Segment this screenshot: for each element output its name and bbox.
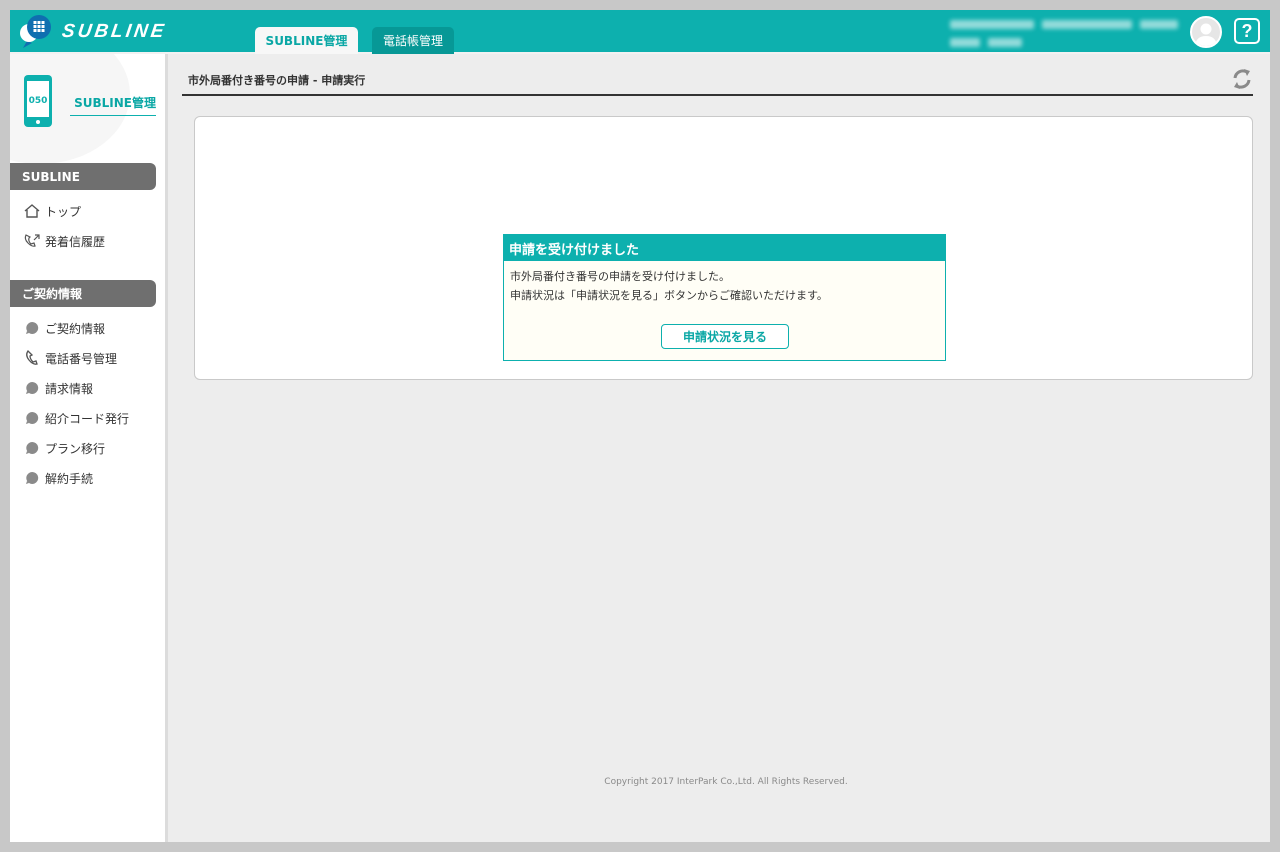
app-window: SUBLINE SUBLINE管理 電話帳管理 ? 050 SUBLINE管理 …	[10, 10, 1270, 842]
home-icon	[22, 202, 42, 220]
sidebar-item-phone-number-management[interactable]: 電話番号管理	[22, 347, 117, 369]
sidebar-item-label: ご契約情報	[45, 321, 106, 336]
call-history-icon	[22, 232, 42, 250]
sidebar-item-call-history[interactable]: 発着信履歴	[22, 230, 105, 252]
sidebar-item-label: 解約手続	[45, 471, 94, 486]
sidebar-item-plan-migration[interactable]: プラン移行	[22, 437, 105, 459]
bullet-icon	[22, 319, 42, 337]
top-header: SUBLINE SUBLINE管理 電話帳管理 ?	[10, 10, 1270, 54]
tab-subline-management[interactable]: SUBLINE管理	[255, 27, 358, 54]
section-heading-subline: SUBLINE	[10, 163, 156, 190]
subline-logo[interactable]: SUBLINE	[18, 14, 218, 50]
sidebar-item-referral-code[interactable]: 紹介コード発行	[22, 407, 129, 429]
speech-bubble-icon	[18, 14, 54, 50]
sidebar-item-label: 請求情報	[45, 381, 94, 396]
logo-text: SUBLINE	[60, 21, 168, 42]
user-info-blurred	[950, 18, 1180, 52]
sidebar-item-contract-info[interactable]: ご契約情報	[22, 317, 105, 339]
bullet-icon	[22, 469, 42, 487]
sidebar-title: SUBLINE管理	[70, 94, 156, 116]
sidebar: 050 SUBLINE管理 SUBLINE トップ 発着信履歴 ご契約情報 ご契…	[10, 54, 168, 842]
dialog-message: 市外局番付き番号の申請を受け付けました。 申請状況は「申請状況を見る」ボタンから…	[504, 261, 945, 311]
dialog-message-line-2: 申請状況は「申請状況を見る」ボタンからご確認いただけます。	[510, 289, 828, 302]
sidebar-item-label: プラン移行	[45, 441, 106, 456]
sidebar-item-billing-info[interactable]: 請求情報	[22, 377, 93, 399]
copyright-footer: Copyright 2017 InterPark Co.,Ltd. All Ri…	[604, 777, 848, 787]
dialog-title: 申請を受け付けました	[504, 235, 945, 261]
user-avatar-icon[interactable]	[1190, 16, 1222, 48]
bullet-icon	[22, 379, 42, 397]
phone-icon	[22, 349, 42, 367]
content-panel: 申請を受け付けました 市外局番付き番号の申請を受け付けました。 申請状況は「申請…	[194, 116, 1253, 380]
sidebar-item-label: 発着信履歴	[45, 234, 106, 249]
refresh-icon[interactable]	[1231, 68, 1253, 90]
dialog-message-line-1: 市外局番付き番号の申請を受け付けました。	[510, 270, 730, 283]
page-title: 市外局番付き番号の申請 - 申請実行	[188, 74, 366, 87]
section-heading-contract: ご契約情報	[10, 280, 156, 307]
smartphone-icon: 050	[23, 74, 53, 132]
bullet-icon	[22, 439, 42, 457]
bullet-icon	[22, 409, 42, 427]
sidebar-item-label: 電話番号管理	[45, 351, 118, 366]
help-icon[interactable]: ?	[1234, 18, 1260, 44]
confirmation-dialog: 申請を受け付けました 市外局番付き番号の申請を受け付けました。 申請状況は「申請…	[503, 234, 946, 361]
sidebar-item-label: 紹介コード発行	[45, 411, 130, 426]
sidebar-item-label: トップ	[45, 204, 82, 219]
view-application-status-button[interactable]: 申請状況を見る	[661, 324, 789, 349]
sidebar-item-cancellation[interactable]: 解約手続	[22, 467, 93, 489]
phone-number-label: 050	[29, 96, 48, 106]
sidebar-item-top[interactable]: トップ	[22, 200, 81, 222]
tab-phonebook-management[interactable]: 電話帳管理	[372, 27, 454, 54]
page-title-bar: 市外局番付き番号の申請 - 申請実行	[182, 66, 1253, 96]
